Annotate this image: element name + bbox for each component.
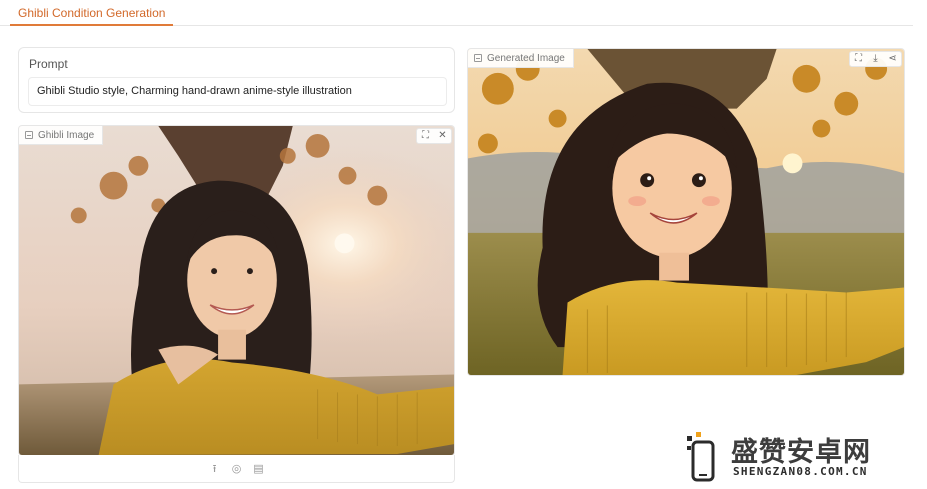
prompt-input[interactable]: Ghibli Studio style, Charming hand-drawn… — [28, 77, 447, 106]
input-image-panel[interactable]: Ghibli Image ⛶ ✕ — [18, 125, 455, 456]
download-icon[interactable]: ⤓ — [867, 52, 884, 66]
input-photo — [19, 126, 454, 455]
upload-icon[interactable]: ⭱ — [208, 462, 222, 476]
output-image-label: Generated Image — [468, 49, 574, 68]
watermark-cn-text: 盛赞安卓网 — [731, 437, 871, 468]
prompt-section: Prompt Ghibli Studio style, Charming han… — [18, 47, 455, 113]
watermark-en-text: SHENGZAN08.COM.CN — [733, 465, 868, 478]
tab-ghibli-condition-generation[interactable]: Ghibli Condition Generation — [10, 0, 174, 26]
fullscreen-icon[interactable]: ⛶ — [850, 52, 867, 66]
phone-logo-icon — [687, 432, 715, 482]
clipboard-icon[interactable]: ▤ — [252, 462, 266, 476]
output-image-toolbar: ⛶ ⤓ ⋖ — [849, 51, 902, 67]
site-watermark: 盛赞安卓网 SHENGZAN08.COM.CN — [683, 428, 923, 486]
output-image-label-text: Generated Image — [487, 52, 565, 64]
input-image-label: Ghibli Image — [19, 126, 104, 145]
image-icon — [25, 131, 33, 139]
fullscreen-icon[interactable]: ⛶ — [417, 129, 434, 143]
input-actions-bar: ⭱ ◎ ▤ — [18, 455, 455, 483]
generated-illustration — [468, 49, 904, 375]
output-image-panel: Generated Image ⛶ ⤓ ⋖ — [467, 48, 905, 376]
prompt-label: Prompt — [29, 57, 68, 71]
webcam-icon[interactable]: ◎ — [230, 462, 244, 476]
input-image-toolbar: ⛶ ✕ — [416, 128, 452, 144]
close-icon[interactable]: ✕ — [434, 129, 451, 143]
image-icon — [474, 54, 482, 62]
tab-bar: Ghibli Condition Generation — [0, 0, 913, 26]
share-icon[interactable]: ⋖ — [884, 52, 901, 66]
input-image-label-text: Ghibli Image — [38, 129, 95, 141]
